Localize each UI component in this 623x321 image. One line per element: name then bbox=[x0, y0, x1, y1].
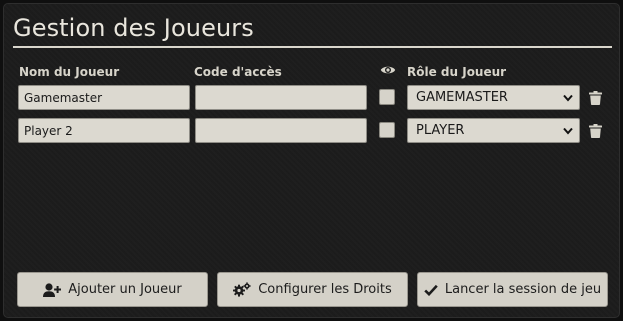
column-header-role: Rôle du Joueur bbox=[407, 65, 507, 79]
chevron-down-icon bbox=[563, 127, 573, 135]
column-header-name: Nom du Joueur bbox=[19, 65, 120, 79]
chevron-down-icon bbox=[563, 94, 573, 102]
dialog-title: Gestion des Joueurs bbox=[13, 14, 254, 42]
configure-rights-button[interactable]: Configurer les Droits bbox=[217, 272, 408, 307]
cogs-icon bbox=[233, 282, 251, 297]
role-select-value: PLAYER bbox=[416, 123, 465, 138]
column-header-code: Code d'accès bbox=[194, 65, 282, 79]
access-code-input[interactable] bbox=[195, 85, 367, 110]
visibility-checkbox[interactable] bbox=[379, 122, 395, 138]
player-name-input[interactable] bbox=[18, 118, 190, 143]
trash-icon[interactable] bbox=[589, 124, 602, 138]
launch-session-button[interactable]: Lancer la session de jeu bbox=[417, 272, 608, 307]
player-management-dialog: Gestion des Joueurs Nom du Joueur Code d… bbox=[3, 3, 620, 318]
role-select-value: GAMEMASTER bbox=[416, 90, 508, 105]
configure-rights-label: Configurer les Droits bbox=[258, 282, 392, 297]
eye-icon bbox=[380, 66, 396, 74]
launch-session-label: Lancer la session de jeu bbox=[444, 282, 602, 297]
trash-icon[interactable] bbox=[589, 91, 602, 105]
visibility-checkbox[interactable] bbox=[379, 89, 395, 105]
add-player-button[interactable]: Ajouter un Joueur bbox=[17, 272, 208, 307]
player-name-input[interactable] bbox=[18, 85, 190, 110]
role-select[interactable]: PLAYER bbox=[407, 118, 580, 143]
access-code-input[interactable] bbox=[195, 118, 367, 143]
role-select[interactable]: GAMEMASTER bbox=[407, 85, 580, 110]
title-divider bbox=[13, 46, 612, 48]
add-player-label: Ajouter un Joueur bbox=[68, 282, 182, 297]
check-icon bbox=[424, 284, 438, 296]
user-plus-icon bbox=[43, 282, 62, 297]
